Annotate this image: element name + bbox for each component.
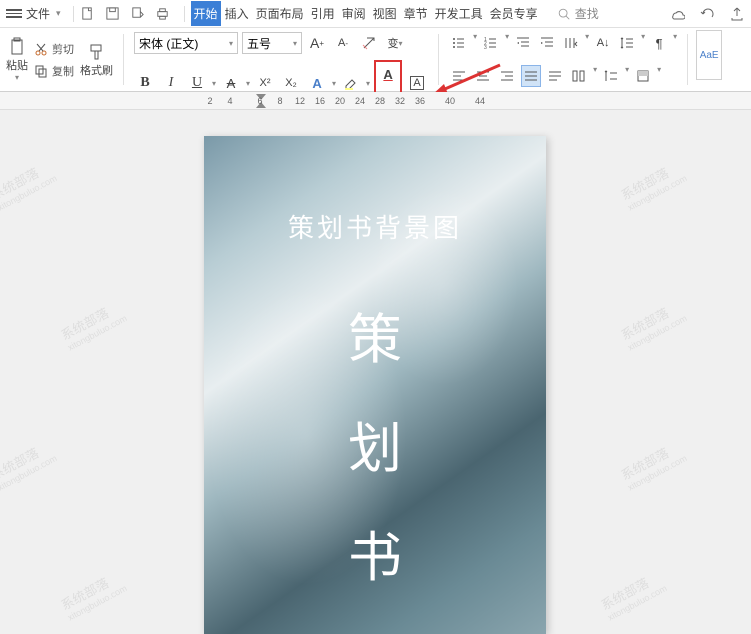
ruler[interactable]: 2 4 6 8 12 16 20 24 28 32 36 40 44 <box>0 92 751 110</box>
quick-access <box>80 6 170 21</box>
tab-view[interactable]: 视图 <box>370 1 400 26</box>
numbering-button[interactable]: 123 <box>481 32 501 54</box>
ruler-tick: 16 <box>310 96 330 106</box>
ruler-tick: 2 <box>200 96 220 106</box>
undo-icon[interactable] <box>699 6 715 22</box>
line-spacing-button[interactable] <box>617 32 637 54</box>
format-painter-button[interactable]: 格式刷 <box>80 42 113 78</box>
align-left-button[interactable] <box>449 65 469 87</box>
decrease-indent-button[interactable] <box>513 32 533 54</box>
font-group: 宋体 (正文)▾ 五号▾ A+ A- 变▾ B I U▾ A▾ X² X₂ A▾… <box>132 30 430 89</box>
document-area[interactable]: 系统部落xitongbuluo.com 系统部落xitongbuluo.com … <box>0 110 751 634</box>
ruler-tick: 32 <box>390 96 410 106</box>
text-direction-button[interactable] <box>561 32 581 54</box>
font-name-value: 宋体 (正文) <box>139 35 198 52</box>
tab-start[interactable]: 开始 <box>191 1 221 26</box>
file-dropdown-icon[interactable]: ▾ <box>56 8 61 19</box>
char-border-button[interactable]: A <box>406 72 428 94</box>
ruler-tick: 8 <box>270 96 290 106</box>
file-menu[interactable]: 文件 <box>26 5 50 22</box>
font-size-select[interactable]: 五号▾ <box>242 32 302 54</box>
ruler-tick: 12 <box>290 96 310 106</box>
copy-label: 复制 <box>52 63 74 79</box>
ruler-tick: 6 <box>250 96 270 106</box>
underline-button[interactable]: U <box>186 72 208 94</box>
menu-bar: 文件 ▾ 开始 插入 页面布局 引用 审阅 视图 章节 开发工具 会员专享 查找 <box>0 0 751 28</box>
bullets-button[interactable] <box>449 32 469 54</box>
doc-vertical-title[interactable]: 策 划 书 <box>348 295 402 592</box>
tab-insert[interactable]: 插入 <box>222 1 252 26</box>
shrink-font-button[interactable]: A- <box>332 32 354 54</box>
align-right-button[interactable] <box>497 65 517 87</box>
cloud-sync-icon[interactable] <box>669 6 685 22</box>
new-doc-icon[interactable] <box>80 6 95 21</box>
format-painter-label: 格式刷 <box>80 62 113 78</box>
menubar-right <box>669 6 745 22</box>
doc-title-text[interactable]: 策划书背景图 <box>288 208 462 245</box>
highlight-button[interactable] <box>340 72 362 94</box>
align-justify-button[interactable] <box>521 65 541 87</box>
text-effects-button[interactable]: A <box>306 72 328 94</box>
shading-button[interactable] <box>633 65 653 87</box>
paragraph-group: ▾ 123▾ ▾ A↓ ▾ ¶▾ ▾ ▾ ▾ <box>447 30 679 89</box>
increase-indent-button[interactable] <box>537 32 557 54</box>
columns-button[interactable] <box>569 65 589 87</box>
clipboard-group: 粘贴▾ 剪切 复制 格式刷 <box>4 30 115 89</box>
style-preview-label: AaE <box>700 50 719 61</box>
ruler-tick: 24 <box>350 96 370 106</box>
tab-chapters[interactable]: 章节 <box>401 1 431 26</box>
align-distribute-button[interactable] <box>545 65 565 87</box>
spacing-button[interactable] <box>601 65 621 87</box>
vert-char: 划 <box>348 404 402 483</box>
document-page[interactable]: 策划书背景图 策 划 书 <box>204 136 546 634</box>
sort-button[interactable]: A↓ <box>593 32 613 54</box>
strikethrough-button[interactable]: A <box>220 72 242 94</box>
ruler-tick: 36 <box>410 96 430 106</box>
tab-references[interactable]: 引用 <box>308 1 338 26</box>
ruler-tick: 40 <box>440 96 460 106</box>
font-color-button[interactable]: A <box>377 63 399 85</box>
font-name-select[interactable]: 宋体 (正文)▾ <box>134 32 238 54</box>
share-icon[interactable] <box>729 6 745 22</box>
search-icon <box>557 7 571 21</box>
menu-icon[interactable] <box>6 9 22 18</box>
bold-button[interactable]: B <box>134 72 156 94</box>
ruler-tick: 4 <box>220 96 240 106</box>
ribbon: 粘贴▾ 剪切 复制 格式刷 宋体 (正文)▾ 五号▾ A+ A- 变▾ <box>0 28 751 92</box>
vert-char: 书 <box>348 513 402 592</box>
grow-font-button[interactable]: A+ <box>306 32 328 54</box>
cut-label: 剪切 <box>52 41 74 57</box>
cut-button[interactable]: 剪切 <box>34 41 74 57</box>
superscript-button[interactable]: X² <box>254 72 276 94</box>
clear-format-button[interactable] <box>358 32 380 54</box>
tab-page-layout[interactable]: 页面布局 <box>253 1 307 26</box>
tab-review[interactable]: 审阅 <box>339 1 369 26</box>
italic-button[interactable]: I <box>160 72 182 94</box>
svg-text:3: 3 <box>484 45 487 51</box>
tab-dev-tools[interactable]: 开发工具 <box>432 1 486 26</box>
paste-label: 粘贴 <box>6 57 28 73</box>
copy-button[interactable]: 复制 <box>34 63 74 79</box>
ruler-tick: 28 <box>370 96 390 106</box>
paste-button[interactable]: 粘贴▾ <box>6 37 28 82</box>
save-icon[interactable] <box>105 6 120 21</box>
print-preview-icon[interactable] <box>130 6 145 21</box>
ruler-tick: 44 <box>470 96 490 106</box>
search-box[interactable]: 查找 <box>557 5 599 22</box>
print-icon[interactable] <box>155 6 170 21</box>
ruler-tick: 20 <box>330 96 350 106</box>
show-marks-button[interactable]: ¶ <box>649 32 669 54</box>
search-label: 查找 <box>575 5 599 22</box>
ribbon-tabs: 开始 插入 页面布局 引用 审阅 视图 章节 开发工具 会员专享 <box>191 1 541 26</box>
font-size-value: 五号 <box>247 35 271 52</box>
subscript-button[interactable]: X₂ <box>280 72 302 94</box>
vert-char: 策 <box>348 295 402 374</box>
phonetic-button[interactable]: 变▾ <box>384 32 406 54</box>
tab-vip[interactable]: 会员专享 <box>487 1 541 26</box>
styles-gallery[interactable]: AaE <box>696 30 722 80</box>
align-center-button[interactable] <box>473 65 493 87</box>
